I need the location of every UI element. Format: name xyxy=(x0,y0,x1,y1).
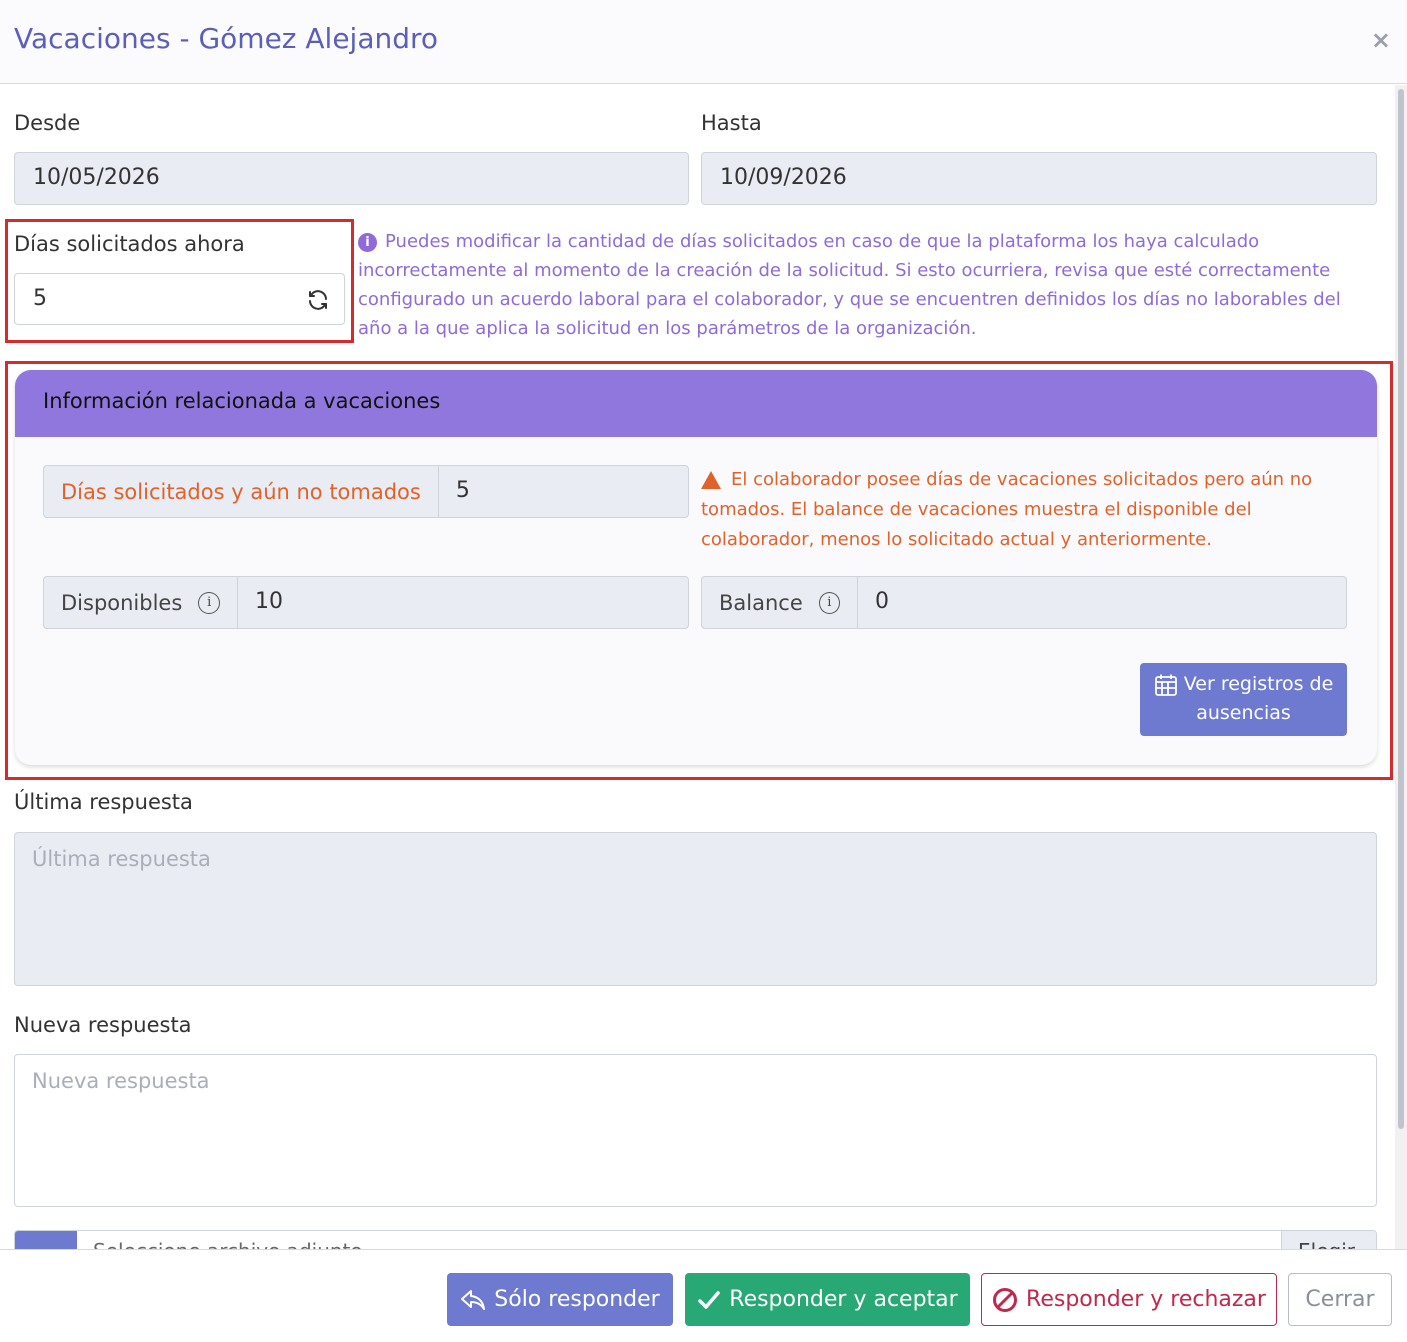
ver-registros-button[interactable]: Ver registros de ausencias xyxy=(1140,663,1347,736)
ultima-textarea: Última respuesta xyxy=(14,832,1377,986)
check-icon xyxy=(697,1287,721,1312)
info-icon: i xyxy=(358,232,377,252)
paperclip-icon xyxy=(15,1231,77,1249)
solo-responder-button[interactable]: Sólo responder xyxy=(447,1273,673,1326)
disponibles-addon: Disponibles i xyxy=(44,577,238,628)
balance-value: 0 xyxy=(875,589,889,614)
warning-note: El colaborador posee días de vacaciones … xyxy=(701,465,1361,555)
ban-icon xyxy=(992,1287,1018,1313)
disponibles-value: 10 xyxy=(255,589,283,614)
refresh-icon[interactable] xyxy=(306,287,330,312)
reply-icon xyxy=(460,1287,486,1312)
no-tomados-label: Días solicitados y aún no tomados xyxy=(44,466,439,517)
dias-ahora-label: Días solicitados ahora xyxy=(14,232,245,256)
no-tomados-group: Días solicitados y aún no tomados 5 xyxy=(43,465,689,518)
info-note: i Puedes modificar la cantidad de días so… xyxy=(358,227,1373,343)
info-circle-icon[interactable]: i xyxy=(198,591,220,614)
no-tomados-value: 5 xyxy=(455,478,470,503)
dias-ahora-value: 5 xyxy=(33,286,47,311)
desde-label: Desde xyxy=(14,111,81,135)
balance-label: Balance xyxy=(719,590,803,615)
ultima-label: Última respuesta xyxy=(14,790,193,814)
warning-icon xyxy=(701,471,721,489)
scrollbar[interactable] xyxy=(1395,85,1407,1249)
dias-ahora-input[interactable]: 5 xyxy=(14,273,345,325)
disponibles-group: Disponibles i 10 xyxy=(43,576,689,629)
balance-group: Balance i 0 xyxy=(701,576,1347,629)
nueva-textarea[interactable]: Nueva respuesta xyxy=(14,1054,1377,1207)
hasta-field[interactable]: 10/09/2026 xyxy=(701,152,1377,205)
vacation-modal: Vacaciones - Gómez Alejandro × Desde 10/… xyxy=(0,0,1407,1342)
modal-header: Vacaciones - Gómez Alejandro × xyxy=(0,0,1407,84)
close-icon[interactable]: × xyxy=(1371,26,1391,54)
scrollbar-thumb[interactable] xyxy=(1398,89,1404,1129)
modal-title: Vacaciones - Gómez Alejandro xyxy=(14,22,439,55)
vacaciones-info-card: Información relacionada a vacaciones Día… xyxy=(15,370,1377,765)
responder-rechazar-label: Responder y rechazar xyxy=(1026,1287,1266,1312)
balance-addon: Balance i xyxy=(702,577,858,628)
info-circle-icon[interactable]: i xyxy=(818,591,840,614)
warning-note-text: El colaborador posee días de vacaciones … xyxy=(701,469,1313,550)
file-placeholder: Seleccione archivo adjunto xyxy=(93,1239,363,1249)
ver-registros-label: Ver registros de ausencias xyxy=(1183,673,1334,724)
solo-responder-label: Sólo responder xyxy=(494,1287,660,1312)
file-input-row[interactable]: Seleccione archivo adjunto Elegir xyxy=(14,1230,1377,1249)
responder-aceptar-label: Responder y aceptar xyxy=(729,1287,958,1312)
nueva-label: Nueva respuesta xyxy=(14,1013,192,1037)
hasta-label: Hasta xyxy=(701,111,762,135)
responder-aceptar-button[interactable]: Responder y aceptar xyxy=(685,1273,970,1326)
desde-field[interactable]: 10/05/2026 xyxy=(14,152,689,205)
info-note-text: Puedes modificar la cantidad de días sol… xyxy=(358,231,1341,339)
file-choose-button[interactable]: Elegir xyxy=(1281,1231,1376,1249)
disponibles-label: Disponibles xyxy=(61,590,183,615)
cerrar-button[interactable]: Cerrar xyxy=(1288,1273,1392,1326)
calendar-icon xyxy=(1154,673,1184,696)
card-title: Información relacionada a vacaciones xyxy=(15,370,1377,437)
responder-rechazar-button[interactable]: Responder y rechazar xyxy=(981,1273,1277,1326)
modal-body: Desde 10/05/2026 Hasta 10/09/2026 Días s… xyxy=(0,85,1395,1249)
modal-footer: Sólo responder Responder y aceptar Respo… xyxy=(0,1249,1407,1342)
cerrar-label: Cerrar xyxy=(1305,1287,1375,1312)
